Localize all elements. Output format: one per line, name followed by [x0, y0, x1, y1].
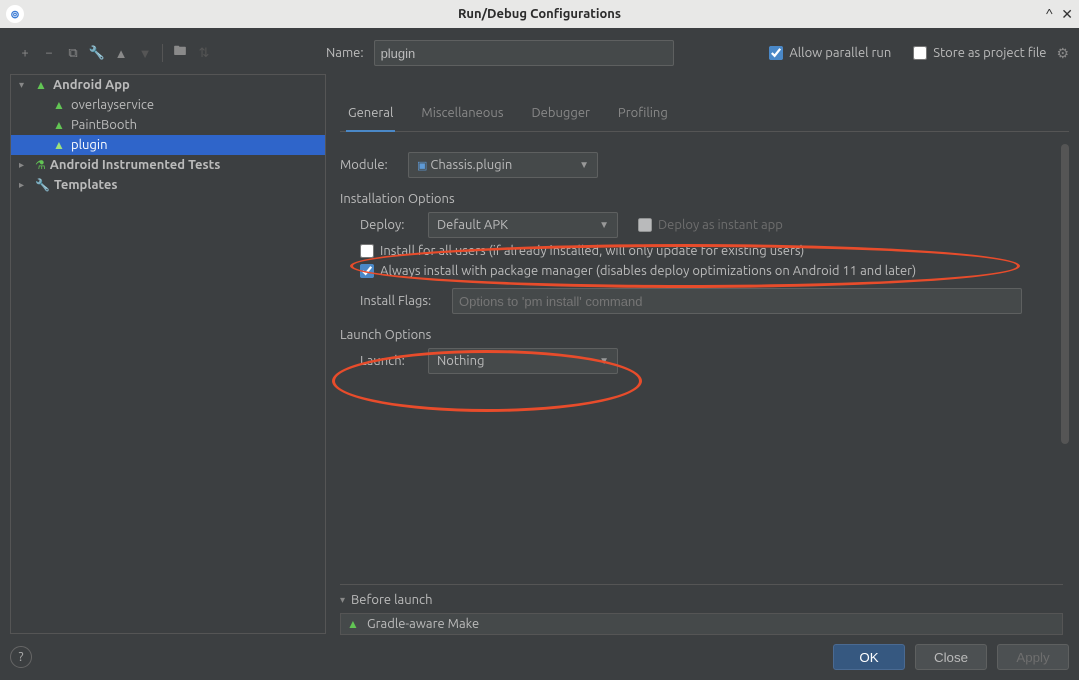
flask-icon: ⚗: [35, 158, 46, 172]
tree-item-instrumented[interactable]: ▸ ⚗ Android Instrumented Tests: [11, 155, 325, 175]
android-icon: ▲: [53, 98, 67, 112]
help-button[interactable]: ?: [10, 646, 32, 668]
sort-button[interactable]: ⇅: [195, 46, 213, 61]
launch-label: Launch:: [360, 354, 416, 368]
android-icon: ▲: [53, 118, 67, 132]
close-button[interactable]: Close: [915, 644, 987, 670]
tab-miscellaneous[interactable]: Miscellaneous: [419, 100, 505, 131]
install-flags-label: Install Flags:: [360, 294, 440, 308]
tree-item-paintbooth[interactable]: ▲ PaintBooth: [11, 115, 325, 135]
window-title: Run/Debug Configurations: [458, 7, 621, 21]
name-input[interactable]: [374, 40, 674, 66]
module-label: Module:: [340, 158, 396, 172]
tab-debugger[interactable]: Debugger: [529, 100, 591, 131]
launch-dropdown[interactable]: Nothing ▼: [428, 348, 618, 374]
config-tree[interactable]: ▾ ▲ Android App ▲ overlayservice ▲ Paint…: [10, 74, 326, 634]
chevron-right-icon: ▸: [19, 159, 31, 171]
chevron-right-icon: ▸: [19, 179, 31, 191]
android-icon: ▲: [347, 617, 361, 631]
chevron-down-icon: ▾: [340, 594, 345, 606]
ok-button[interactable]: OK: [833, 644, 905, 670]
add-button[interactable]: +: [16, 46, 34, 60]
tab-profiling[interactable]: Profiling: [616, 100, 670, 131]
app-icon: ⊚: [6, 5, 24, 23]
before-launch-header[interactable]: ▾ Before launch: [340, 593, 1063, 607]
chevron-down-icon: ▾: [19, 79, 31, 91]
tabs: General Miscellaneous Debugger Profiling: [340, 100, 1069, 132]
allow-parallel-checkbox[interactable]: Allow parallel run: [769, 46, 891, 60]
wrench-icon: 🔧: [35, 178, 50, 192]
name-label: Name:: [326, 46, 364, 60]
tree-toolbar: + − ⧉ 🔧 ▲ ▼ 🖿 ⇅: [10, 42, 320, 64]
down-button[interactable]: ▼: [136, 46, 154, 61]
up-button[interactable]: ▲: [112, 46, 130, 61]
deploy-dropdown[interactable]: Default APK ▼: [428, 212, 618, 238]
copy-button[interactable]: ⧉: [64, 46, 82, 61]
window-up-icon[interactable]: ^: [1045, 6, 1053, 23]
tree-item-plugin[interactable]: ▲ plugin: [11, 135, 325, 155]
remove-button[interactable]: −: [40, 46, 58, 60]
chevron-down-icon: ▼: [599, 355, 609, 367]
folder-icon: ▣: [417, 160, 427, 172]
android-icon: ▲: [53, 138, 67, 152]
gradle-make-row[interactable]: ▲ Gradle-aware Make: [340, 613, 1063, 635]
wrench-button[interactable]: 🔧: [88, 46, 106, 61]
install-all-users-checkbox[interactable]: Install for all users (if already instal…: [360, 244, 804, 258]
tree-item-overlayservice[interactable]: ▲ overlayservice: [11, 95, 325, 115]
launch-section-title: Launch Options: [340, 328, 1063, 342]
apply-button[interactable]: Apply: [997, 644, 1069, 670]
folder-button[interactable]: 🖿: [171, 42, 189, 64]
gear-icon[interactable]: ⚙: [1056, 45, 1069, 62]
tree-item-templates[interactable]: ▸ 🔧 Templates: [11, 175, 325, 195]
deploy-label: Deploy:: [360, 218, 416, 232]
module-dropdown[interactable]: ▣ Chassis.plugin ▼: [408, 152, 598, 178]
chevron-down-icon: ▼: [599, 219, 609, 231]
install-section-title: Installation Options: [340, 192, 1063, 206]
deploy-instant-checkbox: Deploy as instant app: [638, 218, 783, 232]
tab-general[interactable]: General: [346, 100, 395, 132]
window-close-icon[interactable]: ✕: [1061, 6, 1073, 23]
always-pm-checkbox[interactable]: Always install with package manager (dis…: [360, 264, 916, 278]
install-flags-input[interactable]: [452, 288, 1022, 314]
config-panel: General Miscellaneous Debugger Profiling…: [330, 74, 1069, 634]
android-icon: ▲: [35, 78, 49, 92]
store-project-checkbox[interactable]: Store as project file: [913, 46, 1046, 60]
title-bar: ⊚ Run/Debug Configurations ^ ✕: [0, 0, 1079, 28]
chevron-down-icon: ▼: [579, 159, 589, 171]
tree-item-android-app[interactable]: ▾ ▲ Android App: [11, 75, 325, 95]
